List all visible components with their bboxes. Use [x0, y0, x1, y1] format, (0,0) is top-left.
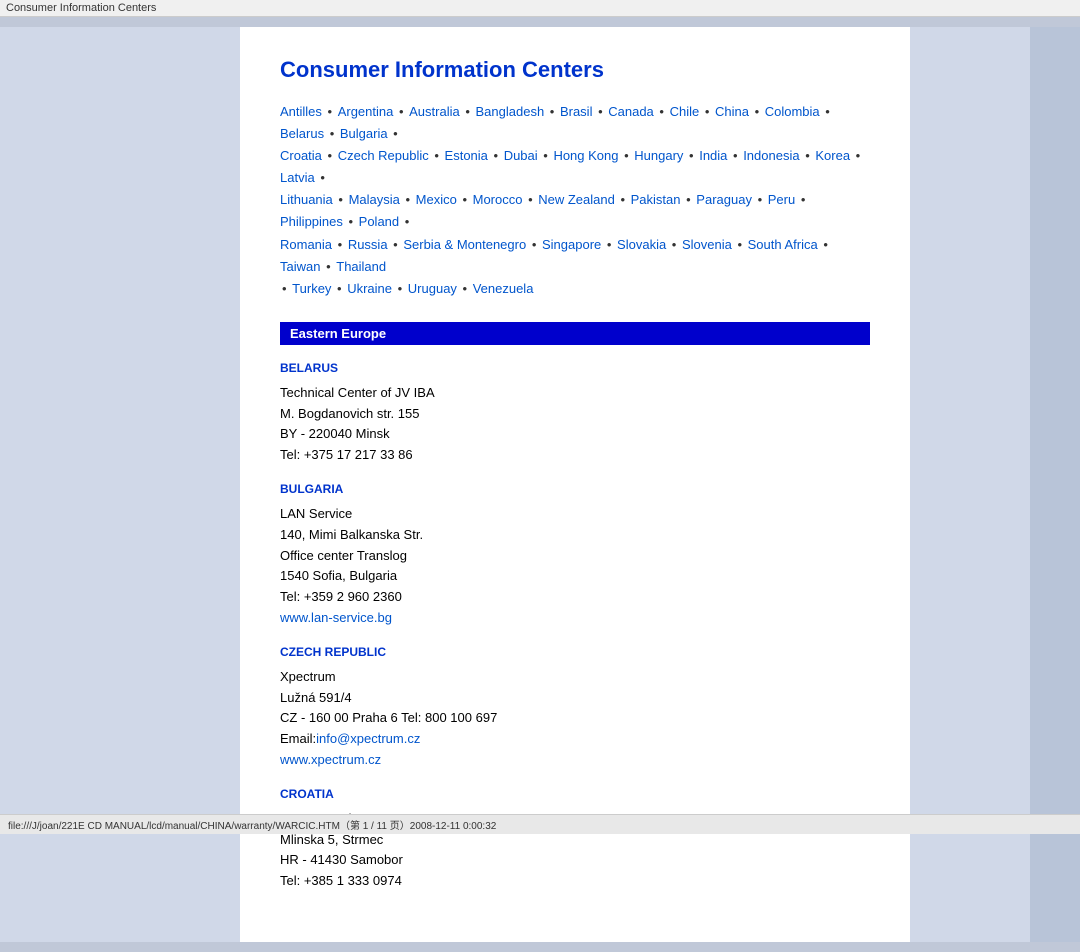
nav-link-taiwan[interactable]: Taiwan	[280, 259, 320, 274]
page-title: Consumer Information Centers	[280, 57, 870, 83]
section-header: Eastern Europe	[280, 322, 870, 345]
status-bar-text: file:///J/joan/221E CD MANUAL/lcd/manual…	[8, 821, 496, 832]
browser-title: Consumer Information Centers	[6, 2, 156, 14]
country-header-czech-republic: Czech Republic	[280, 645, 870, 659]
country-header-belarus: Belarus	[280, 361, 870, 375]
czech-email[interactable]: info@xpectrum.cz	[316, 731, 420, 746]
nav-link-chile[interactable]: Chile	[670, 104, 700, 119]
status-bar: file:///J/joan/221E CD MANUAL/lcd/manual…	[0, 814, 1080, 834]
nav-link-south-africa[interactable]: South Africa	[748, 237, 818, 252]
nav-link-turkey[interactable]: Turkey	[292, 281, 331, 296]
address-block-czech-republic: Xpectrum Lužná 591/4 CZ - 160 00 Praha 6…	[280, 667, 870, 771]
nav-link-lithuania[interactable]: Lithuania	[280, 192, 333, 207]
nav-link-thailand[interactable]: Thailand	[336, 259, 386, 274]
nav-link-russia[interactable]: Russia	[348, 237, 388, 252]
nav-link-indonesia[interactable]: Indonesia	[743, 148, 799, 163]
nav-link-poland[interactable]: Poland	[359, 214, 399, 229]
nav-link-antilles[interactable]: Antilles	[280, 104, 322, 119]
address-block-belarus: Technical Center of JV IBA M. Bogdanovic…	[280, 383, 870, 466]
nav-link-argentina[interactable]: Argentina	[338, 104, 394, 119]
nav-link-hong-kong[interactable]: Hong Kong	[553, 148, 618, 163]
main-content: Consumer Information Centers Antilles • …	[240, 27, 910, 942]
nav-links: Antilles • Argentina • Australia • Bangl…	[280, 101, 870, 300]
country-header-croatia: Croatia	[280, 787, 870, 801]
nav-link-australia[interactable]: Australia	[409, 104, 460, 119]
nav-link-bulgaria[interactable]: Bulgaria	[340, 126, 388, 141]
country-section-bulgaria: Bulgaria LAN Service 140, Mimi Balkanska…	[280, 482, 870, 629]
nav-link-slovenia[interactable]: Slovenia	[682, 237, 732, 252]
page-wrapper: Consumer Information Centers Antilles • …	[0, 17, 1080, 952]
nav-link-serbia[interactable]: Serbia & Montenegro	[403, 237, 526, 252]
nav-link-paraguay[interactable]: Paraguay	[696, 192, 752, 207]
country-section-czech-republic: Czech Republic Xpectrum Lužná 591/4 CZ -…	[280, 645, 870, 771]
nav-link-singapore[interactable]: Singapore	[542, 237, 601, 252]
nav-link-czech-republic[interactable]: Czech Republic	[338, 148, 429, 163]
nav-link-belarus[interactable]: Belarus	[280, 126, 324, 141]
nav-link-new-zealand[interactable]: New Zealand	[538, 192, 615, 207]
address-block-bulgaria: LAN Service 140, Mimi Balkanska Str. Off…	[280, 504, 870, 629]
country-section-belarus: Belarus Technical Center of JV IBA M. Bo…	[280, 361, 870, 466]
nav-link-malaysia[interactable]: Malaysia	[349, 192, 400, 207]
nav-link-philippines[interactable]: Philippines	[280, 214, 343, 229]
nav-link-croatia[interactable]: Croatia	[280, 148, 322, 163]
nav-link-uruguay[interactable]: Uruguay	[408, 281, 457, 296]
sidebar-right-narrow	[1030, 27, 1080, 942]
sidebar-right-wide	[910, 27, 1030, 942]
country-section-croatia: Croatia Renoprom d.o.o. Mlinska 5, Strme…	[280, 787, 870, 892]
nav-link-venezuela[interactable]: Venezuela	[473, 281, 534, 296]
nav-link-latvia[interactable]: Latvia	[280, 170, 315, 185]
nav-link-brasil[interactable]: Brasil	[560, 104, 593, 119]
nav-link-mexico[interactable]: Mexico	[416, 192, 457, 207]
nav-link-dubai[interactable]: Dubai	[504, 148, 538, 163]
country-header-bulgaria: Bulgaria	[280, 482, 870, 496]
bulgaria-website[interactable]: www.lan-service.bg	[280, 610, 392, 625]
nav-link-romania[interactable]: Romania	[280, 237, 332, 252]
nav-link-china[interactable]: China	[715, 104, 749, 119]
nav-link-canada[interactable]: Canada	[608, 104, 654, 119]
nav-link-ukraine[interactable]: Ukraine	[347, 281, 392, 296]
nav-link-hungary[interactable]: Hungary	[634, 148, 683, 163]
nav-link-colombia[interactable]: Colombia	[765, 104, 820, 119]
nav-link-morocco[interactable]: Morocco	[473, 192, 523, 207]
czech-website[interactable]: www.xpectrum.cz	[280, 752, 381, 767]
nav-link-pakistan[interactable]: Pakistan	[631, 192, 681, 207]
nav-link-bangladesh[interactable]: Bangladesh	[476, 104, 545, 119]
browser-title-bar: Consumer Information Centers	[0, 0, 1080, 17]
sidebar-left	[0, 27, 240, 942]
nav-link-slovakia[interactable]: Slovakia	[617, 237, 666, 252]
nav-link-estonia[interactable]: Estonia	[445, 148, 488, 163]
nav-link-peru[interactable]: Peru	[768, 192, 795, 207]
nav-link-india[interactable]: India	[699, 148, 727, 163]
nav-link-korea[interactable]: Korea	[815, 148, 850, 163]
